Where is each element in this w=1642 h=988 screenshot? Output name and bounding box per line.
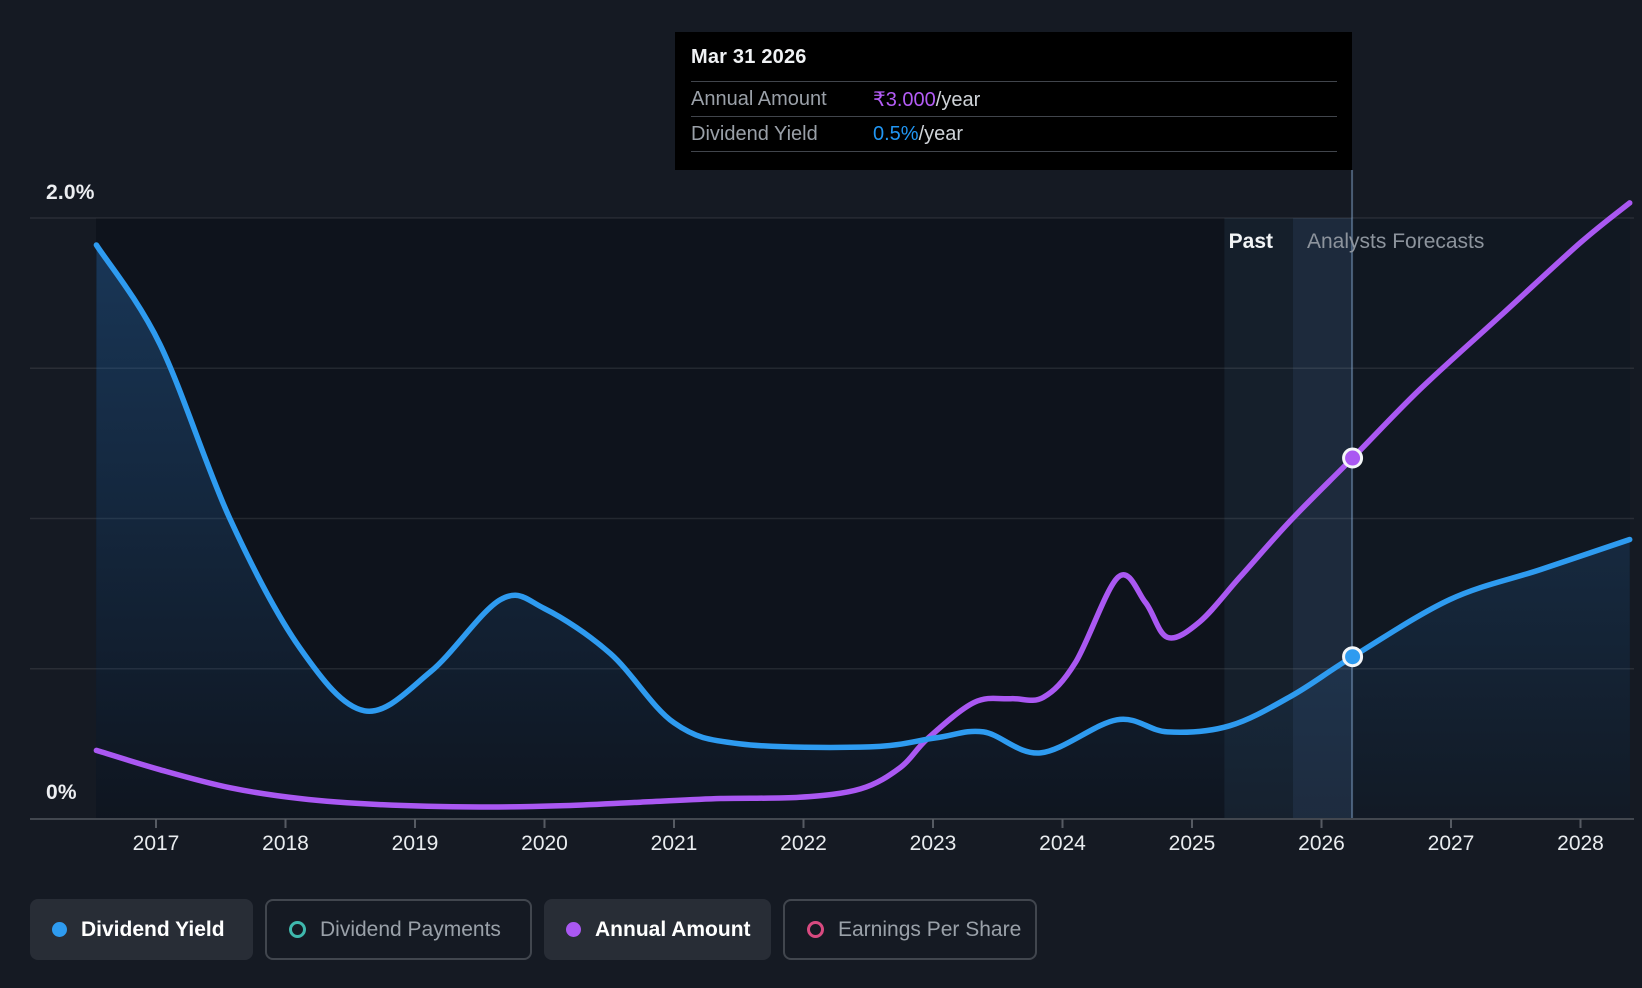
dividend-chart: 2.0% 0% Past Analysts Forecasts Mar 31 2… [0,0,1642,988]
tooltip-annual-amount-value: ₹3.000 [873,89,936,111]
dividend-yield-marker-dot[interactable] [1342,646,1364,668]
analysts-forecasts-zone-label: Analysts Forecasts [1307,230,1485,253]
legend-earnings-per-share-label: Earnings Per Share [838,917,1022,941]
tooltip-annual-amount-label: Annual Amount [691,88,827,110]
past-zone-label: Past [1228,230,1273,253]
tooltip-dividend-yield-label: Dividend Yield [691,123,818,145]
x-axis-label-2022: 2022 [780,832,827,855]
legend-toggle-dividend-payments[interactable]: Dividend Payments [265,899,532,960]
y-axis-label-top: 2.0% [46,181,95,204]
x-axis-label-2026: 2026 [1298,832,1345,855]
earnings-per-share-ring-icon [807,921,824,938]
tooltip-annual-amount-suffix: /year [935,89,981,111]
legend-toggle-annual-amount[interactable]: Annual Amount [544,899,771,960]
x-axis-label-2025: 2025 [1168,832,1216,855]
tooltip-row-dividend-yield: Dividend Yield 0.5%/year [691,116,1337,152]
annual-amount-dot-icon [566,922,581,937]
x-axis-label-2019: 2019 [391,832,439,855]
legend-annual-amount-label: Annual Amount [595,917,751,941]
annual-amount-marker-dot[interactable] [1342,447,1364,469]
legend-dividend-yield-label: Dividend Yield [81,917,225,941]
y-axis-label-zero: 0% [46,781,77,804]
tooltip-row-annual-amount: Annual Amount ₹3.000/year [691,81,1337,117]
x-axis-label-2017: 2017 [132,832,180,855]
x-axis-label-2028: 2028 [1557,832,1604,855]
x-axis-label-2021: 2021 [650,832,698,855]
hover-tooltip: Mar 31 2026 Annual Amount ₹3.000/year Di… [675,32,1352,170]
x-axis-label-2018: 2018 [262,832,309,855]
legend-dividend-payments-label: Dividend Payments [320,917,501,941]
x-axis-label-2027: 2027 [1427,832,1475,855]
dividend-yield-dot-icon [52,922,67,937]
tooltip-bottom-rule [691,151,1337,152]
x-axis-label-2023: 2023 [909,832,957,855]
tooltip-dividend-yield-suffix: /year [918,123,964,145]
tooltip-dividend-yield-value: 0.5% [873,123,919,145]
x-axis-label-2020: 2020 [521,832,568,855]
legend-toggle-dividend-yield[interactable]: Dividend Yield [30,899,253,960]
dividend-payments-ring-icon [289,921,306,938]
legend-toggle-earnings-per-share[interactable]: Earnings Per Share [783,899,1037,960]
x-axis-label-2024: 2024 [1039,832,1086,855]
tooltip-date: Mar 31 2026 [691,46,807,68]
